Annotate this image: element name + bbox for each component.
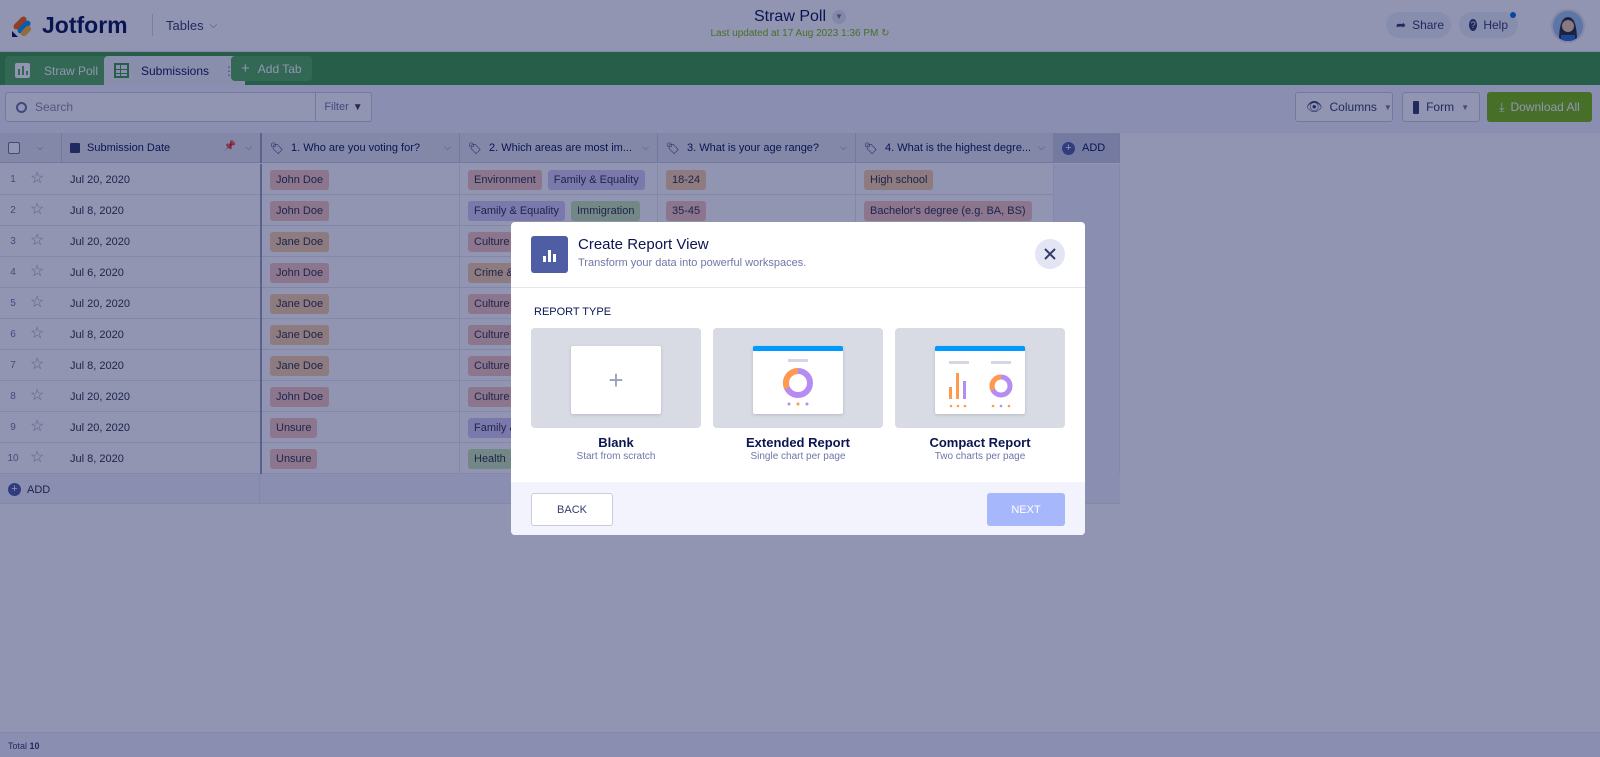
compact-report-card[interactable] (895, 328, 1065, 428)
back-button-label: BACK (557, 503, 587, 516)
next-button-label: NEXT (1011, 503, 1041, 516)
next-button[interactable]: NEXT (987, 493, 1065, 526)
compact-report-thumbnail (935, 346, 1025, 414)
bar-and-donut-chart-icon (949, 361, 1013, 408)
close-icon (1044, 248, 1056, 260)
modal-subtitle: Transform your data into powerful worksp… (578, 257, 807, 269)
modal-divider (511, 287, 1085, 288)
extended-report-card[interactable] (713, 328, 883, 428)
blank-card-title: Blank (598, 435, 634, 450)
back-button[interactable]: BACK (531, 493, 613, 526)
modal-title: Create Report View (578, 236, 709, 253)
create-report-modal: Create Report View Transform your data i… (511, 222, 1085, 535)
compact-card-desc: Two charts per page (934, 451, 1026, 462)
extended-card-desc: Single chart per page (750, 451, 846, 462)
modal-footer: BACK NEXT (511, 482, 1085, 535)
compact-card-title: Compact Report (929, 435, 1031, 450)
close-button[interactable] (1035, 239, 1065, 269)
blank-report-card[interactable]: + (531, 328, 701, 428)
blank-page-thumbnail: + (571, 346, 661, 414)
donut-chart-icon (782, 359, 813, 406)
extended-card-title: Extended Report (745, 435, 850, 450)
report-icon (531, 236, 568, 273)
extended-report-thumbnail (753, 346, 843, 414)
plus-icon: + (608, 364, 624, 395)
blank-card-desc: Start from scratch (576, 451, 656, 462)
report-type-label: REPORT TYPE (534, 306, 612, 318)
